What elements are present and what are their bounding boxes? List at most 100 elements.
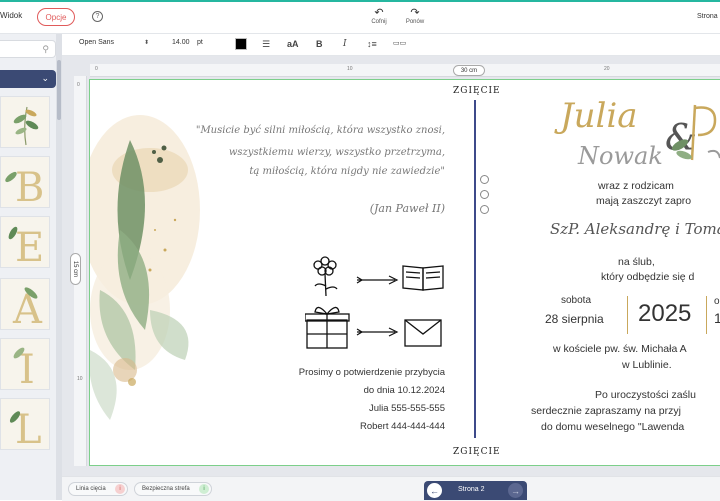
align-center-icon[interactable]: ☰ [262,38,270,50]
italic-icon[interactable]: I [343,38,347,50]
height-indicator: 15 cm [70,253,81,285]
redo-button[interactable]: ↷ Ponów [400,7,430,25]
date-divider [627,296,628,334]
church-line[interactable]: w Lublinie. [622,359,672,371]
letter-spacing-icon[interactable]: ▭▭ [393,38,406,50]
top-bar: Widok Opcje ? ↶ Cofnij ↷ Ponów Strona [0,0,720,34]
resize-handle[interactable] [480,190,489,199]
info-icon: i [115,484,125,494]
time-fragment: o [714,296,720,307]
prev-page-arrow-icon[interactable]: ← [427,483,442,498]
quote-line[interactable]: tą miłością, która nigdy nie zawiedzie" [190,166,445,177]
letter-b-thumbnail[interactable]: B [0,156,50,208]
ruler-label: 10 [77,376,83,382]
line-spacing-icon[interactable]: ↕≡ [367,38,377,50]
horizontal-ruler: 0 10 20 [90,64,720,77]
letter-l-thumbnail[interactable]: L [0,398,50,450]
view-menu[interactable]: Widok [0,11,22,20]
page-menu[interactable]: Strona [697,13,718,20]
ruler-label: 20 [604,66,610,72]
letter-e-thumbnail[interactable]: E [0,216,50,268]
redo-icon: ↷ [410,7,420,19]
guest-name[interactable]: SzP. Aleksandrę i Tomasz [550,220,720,238]
safe-zone-label: Bezpieczna strefa [142,486,190,492]
text-case-icon[interactable]: aA [287,38,299,50]
church-line[interactable]: w kościele pw. św. Michała A [553,343,687,355]
fold-label-top: ZGIĘCIE [453,86,501,96]
envelope-icon [404,319,442,347]
font-size-input[interactable]: 14.00 [172,39,190,46]
page-navigator: ← Strona 2 → [424,481,527,500]
letter-l-icon: L [9,407,42,449]
ruler-label: 0 [77,82,80,88]
flower-icon [313,256,338,297]
reception-line[interactable]: Po uroczystości zaślu [595,389,696,401]
resize-handle[interactable] [480,175,489,184]
arrow-right-icon [356,275,399,285]
wedding-line[interactable]: na ślub, [618,256,655,268]
quote-line[interactable]: "Musicie być silni miłością, która wszys… [190,125,445,136]
cut-line-toggle[interactable]: Linia cięcia i [68,482,128,496]
chevron-down-icon: ⌄ [41,73,49,83]
ornament-thumbnail[interactable] [0,96,50,148]
rsvp-icons-group[interactable] [305,252,445,352]
arrow-right-icon [356,327,399,337]
rsvp-line[interactable]: Prosimy o potwierdzenie przybycia [250,367,445,378]
rsvp-line[interactable]: Julia 555-555-555 [250,403,445,414]
search-input[interactable]: ⚲ [0,40,56,58]
options-button[interactable]: Opcje [37,8,75,26]
wedding-date[interactable]: 28 sierpnia [545,312,604,326]
letter-i-icon: I [13,347,35,389]
bold-icon[interactable]: B [316,38,323,50]
letter-b-icon: B [5,165,44,208]
font-select-arrow-icon[interactable]: ⬍ [144,39,149,46]
bottom-bar: Linia cięcia i Bezpieczna strefa i [62,476,720,501]
bride-last-name[interactable]: Nowak [578,142,663,170]
gift-icon [305,306,350,349]
letter-a-icon: A [12,287,43,329]
svg-text:B: B [15,165,44,208]
height-indicator-label: 15 cm [72,260,79,278]
font-unit-select[interactable]: pt [197,39,203,46]
search-icon: ⚲ [42,44,49,54]
intro-line[interactable]: wraz z rodzicam [578,180,720,192]
undo-label: Cofnij [371,19,387,25]
quote-line[interactable]: wszystkiemu wierzy, wszystko przetrzyma, [190,147,445,158]
svg-text:E: E [15,225,44,268]
text-color-swatch[interactable] [235,38,247,50]
reception-line[interactable]: serdecznie zapraszamy na przyj [531,405,681,417]
leaf-sprig-icon [13,106,39,146]
scroll-thumb[interactable] [57,60,61,120]
fold-line [474,100,476,438]
letter-a-thumbnail[interactable]: A [0,278,50,330]
groom-initial-ornament[interactable] [670,100,720,170]
next-page-arrow-icon[interactable]: → [508,483,523,498]
undo-button[interactable]: ↶ Cofnij [364,7,394,25]
day-of-week[interactable]: sobota [561,295,591,306]
undo-icon: ↶ [374,7,384,19]
fold-label-bottom: ZGIĘCIE [453,447,501,457]
resize-handle[interactable] [480,205,489,214]
info-icon: i [199,484,209,494]
rsvp-line[interactable]: do dnia 10.12.2024 [250,385,445,396]
quote-author[interactable]: (Jan Paweł II) [300,202,445,215]
intro-line[interactable]: mają zaszczyt zapro [578,195,720,207]
reception-line[interactable]: do domu weselnego "Lawenda [541,421,684,433]
ruler-label: 0 [95,66,98,72]
rsvp-line[interactable]: Robert 444-444-444 [250,421,445,432]
letter-e-icon: E [8,225,44,268]
safe-zone-toggle[interactable]: Bezpieczna strefa i [134,482,212,496]
bride-first-name[interactable]: Julia [560,96,638,136]
help-icon[interactable]: ? [92,11,103,22]
wedding-line[interactable]: który odbędzie się d [601,271,694,283]
category-select[interactable]: ⌄ [0,70,56,88]
redo-label: Ponów [405,19,425,25]
book-icon [402,265,444,291]
page-label: Strona 2 [458,486,485,493]
width-indicator: 30 cm [453,65,485,76]
letter-i-thumbnail[interactable]: I [0,338,50,390]
font-family-select[interactable]: Open Sans [79,39,114,46]
wedding-year[interactable]: 2025 [638,300,691,328]
date-divider [706,296,707,334]
ruler-label: 10 [347,66,353,72]
